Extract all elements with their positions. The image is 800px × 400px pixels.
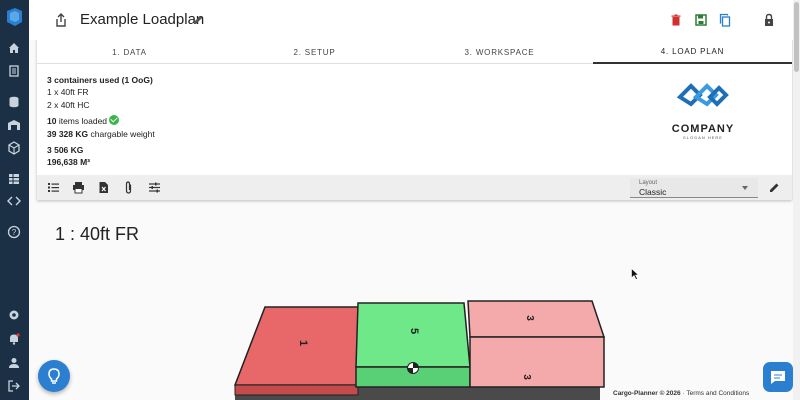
containers-used-text: 3 containers used (1 OoG) (47, 75, 153, 85)
total-weight: 3 506 KG (47, 145, 84, 156)
print-icon[interactable] (72, 181, 85, 194)
step-tabs: 1. DATA 2. SETUP 3. WORKSPACE 4. LOAD PL… (37, 40, 792, 64)
chargeable-weight-label: chargable weight (88, 128, 155, 139)
container-3d-view[interactable]: 1 5 3 3 (230, 295, 610, 400)
footer: Cargo-Planner © 2026 · Terms and Conditi… (613, 390, 750, 397)
items-loaded-label: items loaded (56, 116, 108, 127)
table-icon[interactable] (7, 172, 21, 186)
settings-sliders-icon[interactable] (148, 181, 161, 194)
lightbulb-icon (48, 368, 60, 384)
company-name: COMPANY (671, 123, 735, 135)
total-volume: 196,638 M³ (47, 157, 90, 168)
home-icon[interactable] (7, 41, 21, 55)
export-file-icon[interactable] (97, 181, 110, 194)
lock-icon[interactable] (762, 13, 776, 27)
list-icon[interactable] (47, 181, 60, 194)
container-line: 2 x 40ft HC (47, 99, 90, 110)
company-logo: COMPANY SLOGAN HERE (668, 78, 738, 140)
app-logo-icon[interactable] (6, 8, 23, 26)
settings-gear-icon[interactable] (7, 308, 21, 322)
cargo-label-red: 1 (297, 340, 309, 346)
edit-layout-pencil-icon[interactable] (768, 181, 781, 194)
help-icon[interactable]: ? (7, 225, 21, 239)
company-logo-mark-icon (676, 83, 729, 107)
mouse-cursor-icon (631, 268, 639, 280)
layout-select[interactable]: Layout Classic (630, 178, 758, 198)
page-title: Example Loadplan (80, 11, 205, 28)
terms-link[interactable]: Terms and Conditions (686, 390, 749, 397)
container-title: 1 : 40ft FR (55, 224, 140, 244)
database-icon[interactable] (7, 95, 21, 109)
check-circle-icon (109, 115, 120, 126)
layout-select-value: Classic (639, 187, 667, 197)
logout-icon[interactable] (7, 379, 21, 393)
layout-select-label: Layout (639, 180, 658, 186)
tips-fab-button[interactable] (38, 360, 70, 392)
notifications-bell-icon[interactable] (7, 332, 21, 346)
edit-title-pencil-icon[interactable] (192, 14, 204, 26)
warehouse-icon[interactable] (7, 118, 21, 132)
attachment-paperclip-icon[interactable] (122, 181, 135, 194)
delete-trash-icon[interactable] (669, 13, 683, 27)
svg-text:?: ? (12, 228, 17, 237)
copy-icon[interactable] (718, 13, 732, 27)
tab-data[interactable]: 1. DATA (37, 40, 222, 64)
scrollbar-thumb[interactable] (794, 2, 799, 72)
chevron-down-icon (742, 186, 748, 190)
cargo-label-pink-front: 3 (521, 374, 532, 380)
tab-setup[interactable]: 2. SETUP (222, 40, 407, 64)
documents-icon[interactable] (7, 64, 21, 78)
company-slogan: SLOGAN HERE (683, 135, 723, 140)
footer-brand: Cargo-Planner © 2026 (613, 390, 681, 397)
cube-icon[interactable] (7, 141, 21, 155)
chat-support-button[interactable] (763, 362, 793, 392)
save-floppy-icon[interactable] (694, 13, 708, 27)
tab-workspace[interactable]: 3. WORKSPACE (407, 40, 592, 64)
cargo-label-pink-top: 3 (524, 315, 535, 321)
loadplan-summary: 3 containers used (1 OoG) 1 x 40ft FR 2 … (47, 74, 155, 169)
chat-bubble-icon (771, 371, 785, 384)
header-bar: Example Loadplan (29, 0, 800, 40)
share-icon[interactable] (53, 12, 69, 28)
page-scrollbar[interactable] (793, 0, 800, 400)
cargo-item-green[interactable]: 5 (355, 302, 471, 388)
chargeable-weight-value: 39 328 KG (47, 128, 89, 139)
cargo-item-red[interactable]: 1 (233, 306, 366, 396)
user-account-icon[interactable] (7, 356, 21, 370)
sidebar: ? (0, 0, 29, 400)
cargo-item-pink[interactable]: 3 3 (467, 300, 606, 388)
code-icon[interactable] (7, 194, 21, 208)
tab-load-plan[interactable]: 4. LOAD PLAN (593, 40, 792, 64)
cargo-label-green: 5 (408, 328, 420, 334)
container-line: 1 x 40ft FR (47, 87, 89, 98)
